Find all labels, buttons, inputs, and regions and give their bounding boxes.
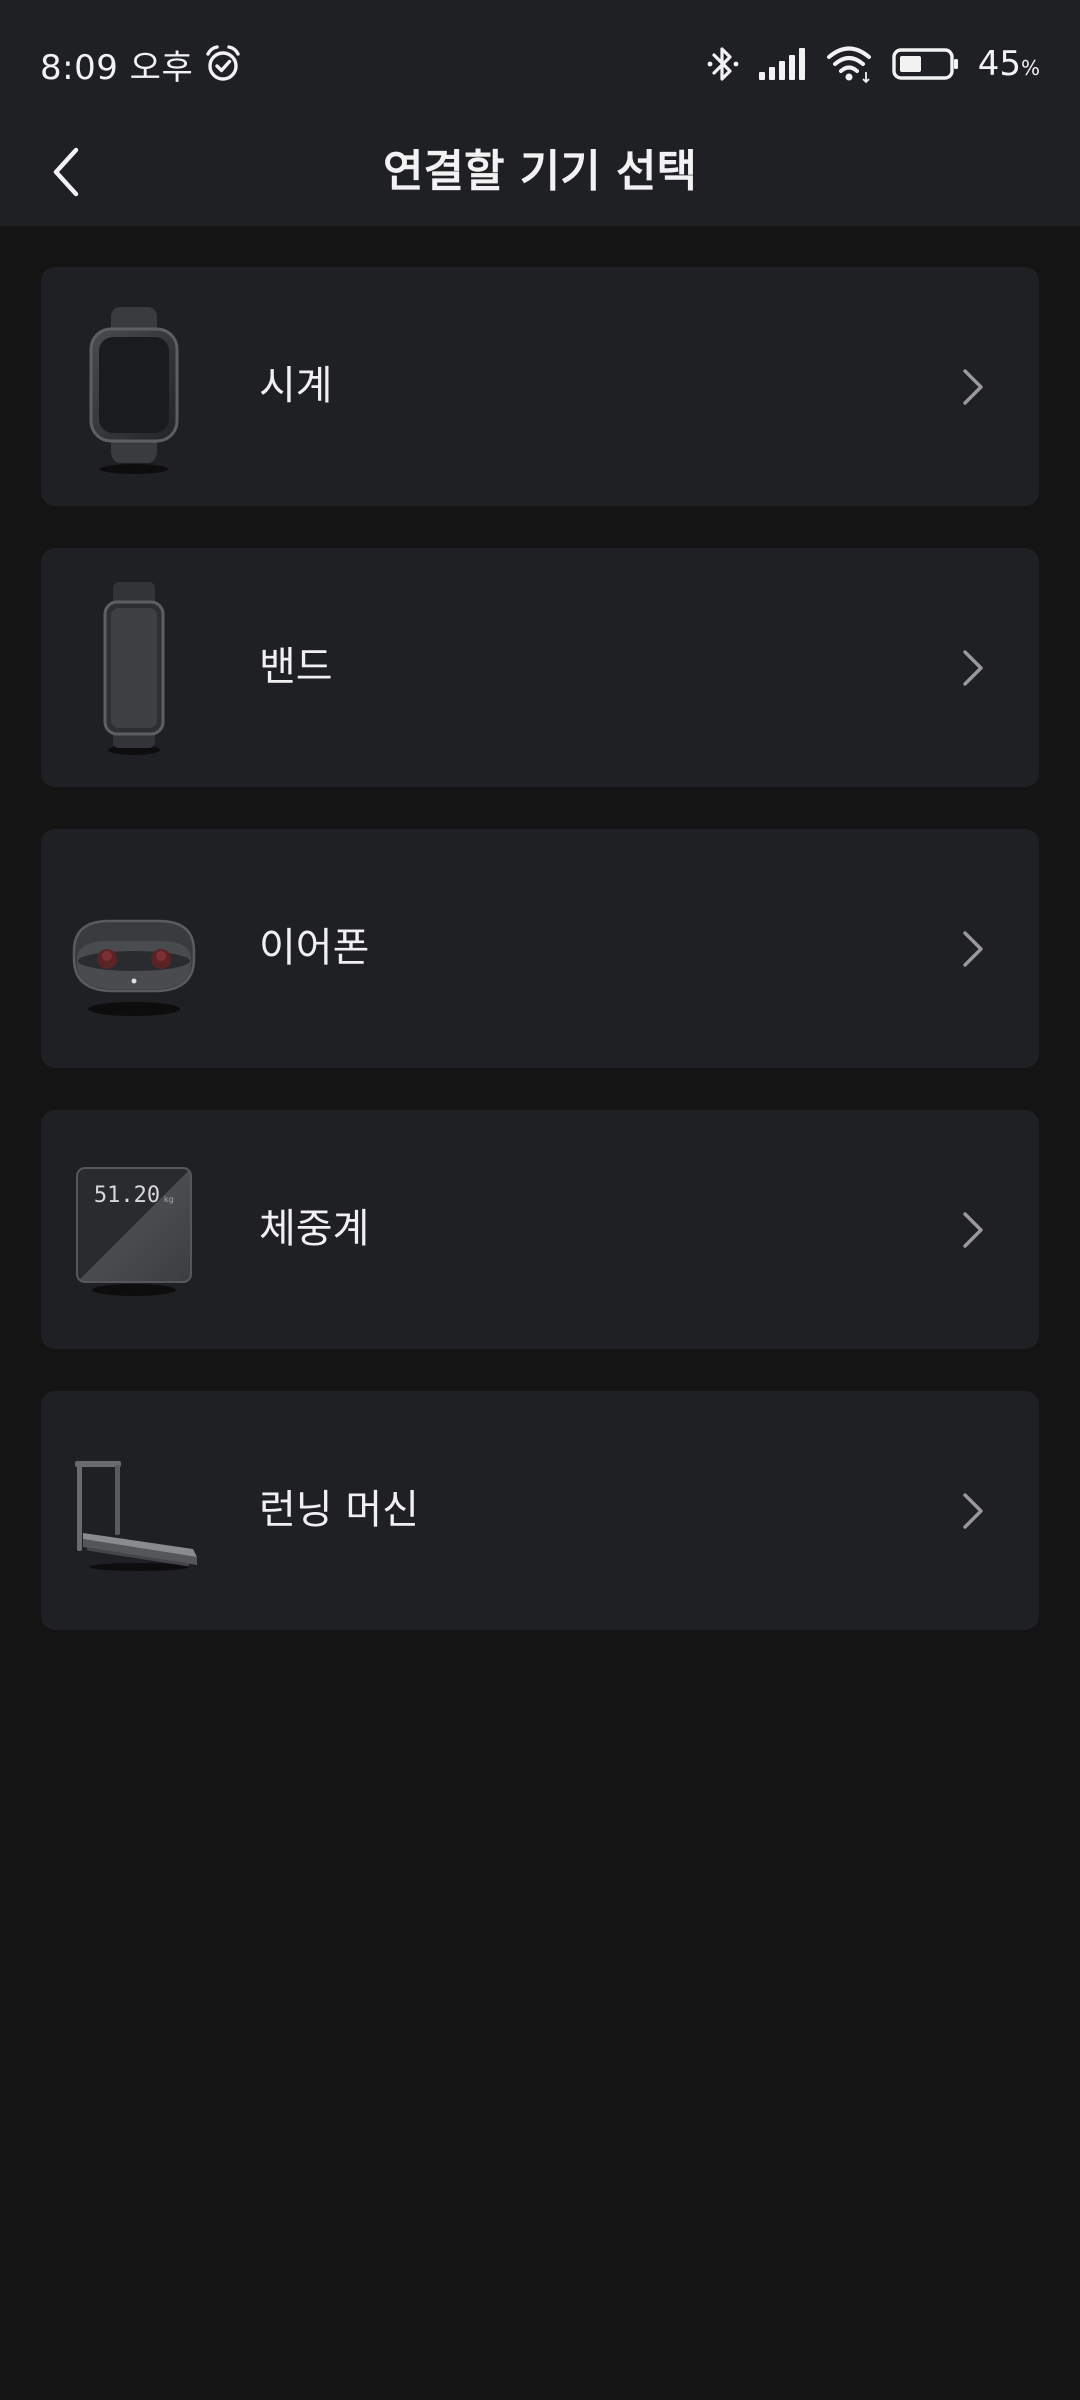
battery-percent-unit: % — [1020, 56, 1040, 80]
device-item-band[interactable]: 밴드 — [41, 548, 1039, 787]
battery-percent-value: 45 — [977, 44, 1021, 84]
scale-display-unit: kg — [164, 1195, 174, 1204]
device-label-earbuds: 이어폰 — [259, 925, 370, 971]
scale-icon: 51.20 kg — [69, 1140, 199, 1320]
chevron-right-icon — [947, 1487, 995, 1535]
scale-display: 51.20 — [94, 1183, 160, 1208]
status-left: 8:09 오후 — [40, 38, 243, 90]
status-bar: 8:09 오후 45% — [0, 0, 1080, 118]
device-item-treadmill[interactable]: 런닝 머신 — [41, 1391, 1039, 1630]
watch-icon — [69, 297, 199, 477]
signal-icon — [758, 46, 808, 82]
status-right: 45% — [706, 38, 1040, 90]
device-item-watch[interactable]: 시계 — [41, 267, 1039, 506]
battery-percent: 45% — [978, 44, 1040, 84]
device-item-scale[interactable]: 51.20 kg 체중계 — [41, 1110, 1039, 1349]
device-list: 시계 밴드 이어폰 51.20 kg 체중계 런닝 머신 — [41, 267, 1039, 1672]
treadmill-icon — [69, 1421, 199, 1601]
band-icon — [69, 578, 199, 758]
device-label-scale: 체중계 — [259, 1206, 370, 1252]
chevron-right-icon — [947, 925, 995, 973]
battery-icon — [892, 47, 960, 81]
chevron-right-icon — [947, 1206, 995, 1254]
page-title: 연결할 기기 선택 — [383, 146, 697, 197]
wifi-icon — [826, 44, 874, 84]
bluetooth-icon — [706, 44, 740, 84]
device-item-earbuds[interactable]: 이어폰 — [41, 829, 1039, 1068]
chevron-right-icon — [947, 363, 995, 411]
device-label-watch: 시계 — [259, 363, 333, 409]
device-label-treadmill: 런닝 머신 — [259, 1487, 419, 1533]
app-header: 연결할 기기 선택 — [0, 118, 1080, 226]
status-time: 8:09 오후 — [40, 47, 194, 88]
chevron-right-icon — [947, 644, 995, 692]
earbuds-icon — [69, 859, 199, 1039]
alarm-icon — [203, 44, 243, 84]
device-label-band: 밴드 — [259, 644, 333, 690]
